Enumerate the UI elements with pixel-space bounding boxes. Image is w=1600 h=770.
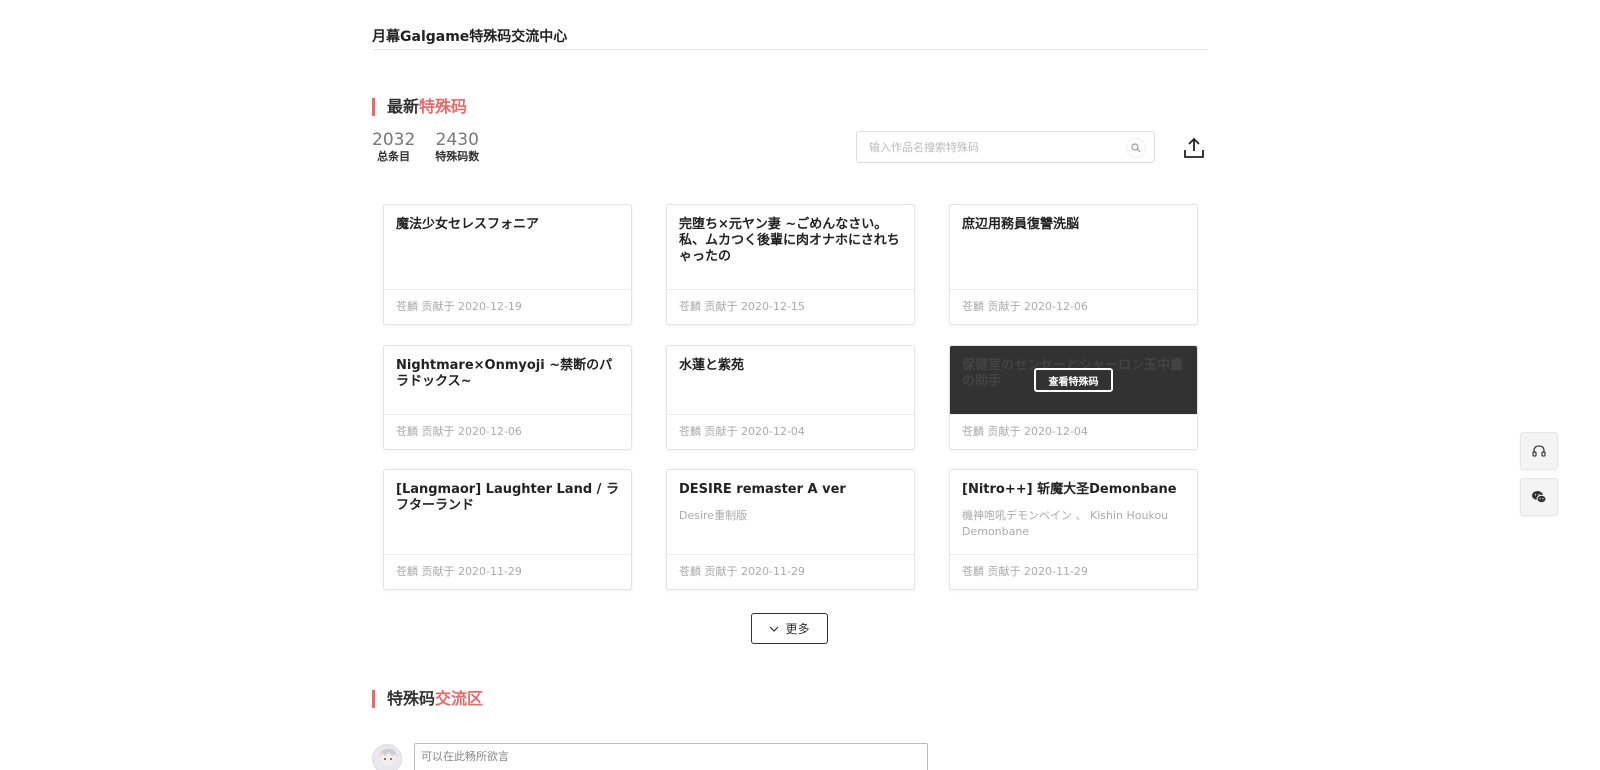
forum-heading: 特殊码交流区 — [372, 690, 483, 708]
customer-support-button[interactable] — [1520, 432, 1558, 470]
card-title: 魔法少女セレスフォニア — [396, 217, 540, 232]
card-footer: 苍麟 贡献于 2020-12-06 — [396, 425, 522, 438]
view-code-button[interactable]: 查看特殊码 — [1034, 368, 1113, 392]
site-title[interactable]: 月幕Galgame特殊码交流中心 — [372, 26, 1208, 46]
stat-value: 2032 — [372, 130, 416, 150]
card-subtitle: Desire重制版 — [679, 509, 748, 522]
code-card[interactable]: 魔法少女セレスフォニア 苍麟 贡献于 2020-12-19 — [383, 204, 632, 325]
card-footer: 苍麟 贡献于 2020-12-15 — [679, 300, 805, 313]
stat-value: 2430 — [435, 130, 479, 150]
search-button[interactable] — [1126, 138, 1146, 158]
card-body: DESIRE remaster A ver Desire重制版 — [667, 470, 914, 555]
more-label: 更多 — [785, 622, 810, 636]
card-body: Nightmare×Onmyoji ~禁断のパラドックス~ — [384, 346, 631, 415]
card-body: 魔法少女セレスフォニア — [384, 205, 631, 290]
search-box — [856, 131, 1155, 163]
stat-total-entries: 2032 总条目 — [372, 131, 415, 164]
stat-label: 特殊码数 — [435, 150, 480, 163]
heading-accent: 特殊码 — [419, 97, 468, 116]
card-body: [Langmaor] Laughter Land / ラフターランド — [384, 470, 631, 555]
card-footer: 苍麟 贡献于 2020-11-29 — [396, 565, 522, 578]
card-footer: 苍麟 贡献于 2020-11-29 — [962, 565, 1088, 578]
search-icon — [1131, 143, 1141, 153]
code-card[interactable]: 完堕ち×元ヤン妻 ~ごめんなさい。私、ムカつく後輩に肉オナホにされちゃったの 苍… — [666, 204, 915, 325]
stats: 2032 总条目 2430 特殊码数 — [372, 131, 479, 164]
stat-label: 总条目 — [377, 150, 411, 163]
card-footer: 苍麟 贡献于 2020-12-04 — [962, 425, 1088, 438]
code-card[interactable]: [Langmaor] Laughter Land / ラフターランド 苍麟 贡献… — [383, 469, 632, 590]
card-title: 完堕ち×元ヤン妻 ~ごめんなさい。私、ムカつく後輩に肉オナホにされちゃったの — [679, 217, 900, 264]
upload-icon[interactable] — [1182, 136, 1206, 160]
stat-code-count: 2430 特殊码数 — [435, 131, 479, 164]
card-title: Nightmare×Onmyoji ~禁断のパラドックス~ — [396, 358, 613, 389]
card-body: 水蓮と紫苑 — [667, 346, 914, 415]
card-body: 庶辺用務員復讐洗脳 — [950, 205, 1197, 290]
card-title: 庶辺用務員復讐洗脳 — [962, 217, 1080, 232]
card-title: 水蓮と紫苑 — [679, 358, 745, 373]
chevron-down-icon — [770, 626, 779, 632]
card-footer: 苍麟 贡献于 2020-12-19 — [396, 300, 522, 313]
card-footer: 苍麟 贡献于 2020-12-06 — [962, 300, 1088, 313]
card-title: DESIRE remaster A ver — [679, 482, 846, 497]
code-card[interactable]: 水蓮と紫苑 苍麟 贡献于 2020-12-04 — [666, 345, 915, 450]
latest-codes-heading: 最新特殊码 — [372, 98, 467, 116]
avatar-image — [379, 748, 397, 766]
card-title: [Nitro++] 斩魔大圣Demonbane — [962, 482, 1177, 497]
card-body: [Nitro++] 斩魔大圣Demonbane 機神咆吼デモンベイン 、 Kis… — [950, 470, 1197, 555]
search-input[interactable] — [857, 132, 1119, 162]
wechat-button[interactable] — [1520, 478, 1558, 516]
card-body: 保健室のセンセーとシャーロン玉中畫の助手 查看特殊码 — [950, 346, 1197, 415]
side-toolbar — [1520, 432, 1558, 524]
card-body: 完堕ち×元ヤン妻 ~ごめんなさい。私、ムカつく後輩に肉オナホにされちゃったの — [667, 205, 914, 290]
heading-accent: 交流区 — [435, 689, 484, 708]
card-footer: 苍麟 贡献于 2020-11-29 — [679, 565, 805, 578]
wechat-icon — [1532, 491, 1547, 504]
code-card[interactable]: Nightmare×Onmyoji ~禁断のパラドックス~ 苍麟 贡献于 202… — [383, 345, 632, 450]
code-card[interactable]: 庶辺用務員復讐洗脳 苍麟 贡献于 2020-12-06 — [949, 204, 1198, 325]
avatar — [372, 744, 402, 770]
code-card-hovered[interactable]: 保健室のセンセーとシャーロン玉中畫の助手 查看特殊码 苍麟 贡献于 2020-1… — [949, 345, 1198, 450]
code-card[interactable]: [Nitro++] 斩魔大圣Demonbane 機神咆吼デモンベイン 、 Kis… — [949, 469, 1198, 590]
heading-prefix: 特殊码 — [387, 689, 436, 708]
code-card[interactable]: DESIRE remaster A ver Desire重制版 苍麟 贡献于 2… — [666, 469, 915, 590]
more-button[interactable]: 更多 — [751, 613, 828, 644]
heading-prefix: 最新 — [387, 97, 420, 116]
card-footer: 苍麟 贡献于 2020-12-04 — [679, 425, 805, 438]
card-hover-overlay: 保健室のセンセーとシャーロン玉中畫の助手 查看特殊码 — [950, 346, 1197, 414]
headset-icon — [1532, 445, 1546, 457]
card-title: [Langmaor] Laughter Land / ラフターランド — [396, 482, 619, 513]
card-subtitle: 機神咆吼デモンベイン 、 Kishin Houkou Demonbane — [962, 509, 1169, 538]
comment-input[interactable] — [414, 743, 928, 770]
site-header: 月幕Galgame特殊码交流中心 — [372, 26, 1208, 50]
